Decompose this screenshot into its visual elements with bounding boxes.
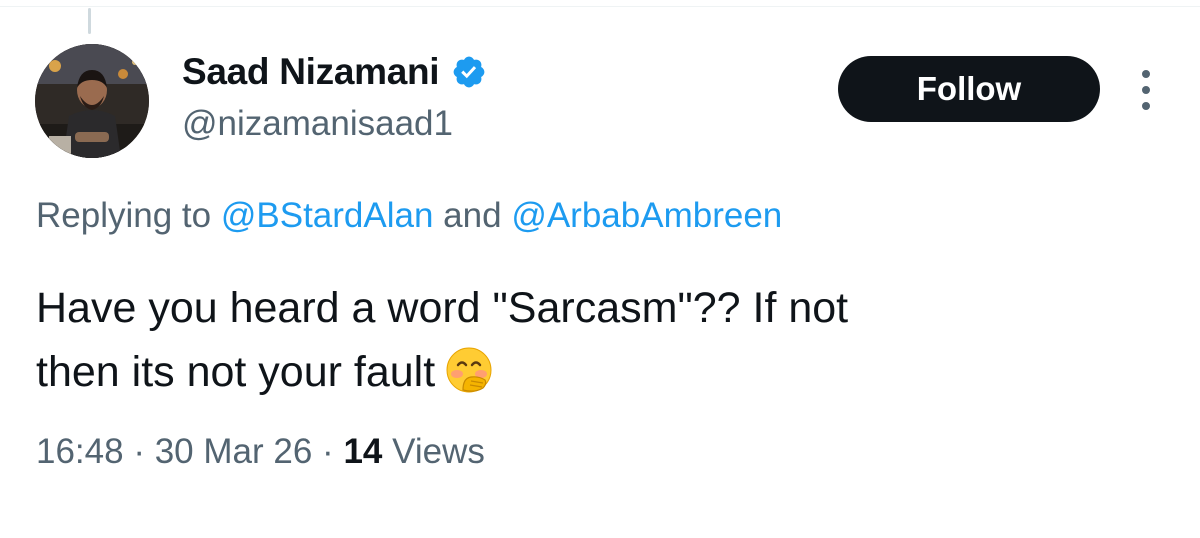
tweet-meta: 16:48 · 30 Mar 26 · 14 Views (36, 432, 485, 472)
author-handle[interactable]: @nizamanisaad1 (182, 104, 453, 144)
meta-separator: · (322, 432, 334, 471)
tweet-date[interactable]: 30 Mar 26 (155, 432, 313, 471)
views-count: 14 (343, 432, 383, 471)
views-label: Views (392, 432, 485, 471)
replying-prefix: Replying to (36, 196, 212, 235)
mention-link-2[interactable]: @ArbabAmbreen (511, 196, 782, 235)
thread-connector-line (88, 8, 91, 34)
more-options-icon[interactable] (1131, 70, 1161, 110)
tweet-text-line-1: Have you heard a word "Sarcasm"?? If not (36, 284, 849, 332)
face-with-hand-over-mouth-icon (445, 346, 493, 394)
divider (0, 6, 1200, 7)
tweet-time[interactable]: 16:48 (36, 432, 124, 471)
reply-context: Replying to @BStardAlan and @ArbabAmbree… (36, 196, 782, 236)
follow-button[interactable]: Follow (838, 56, 1100, 122)
meta-separator: · (133, 432, 145, 471)
tweet-text: Have you heard a word "Sarcasm"?? If not… (36, 276, 1136, 404)
tweet-card: Saad Nizamani @nizamanisaad1 Follow Repl… (0, 0, 1200, 538)
avatar[interactable] (35, 44, 149, 158)
mention-link-1[interactable]: @BStardAlan (221, 196, 434, 235)
tweet-text-line-2: then its not your fault (36, 348, 436, 396)
tweet-text-line-2-wrap: then its not your fault (36, 340, 1136, 404)
author-name-row: Saad Nizamani (182, 50, 487, 94)
author-display-name[interactable]: Saad Nizamani (182, 51, 440, 93)
replying-conjunction: and (443, 196, 502, 235)
verified-badge-icon (451, 54, 487, 90)
